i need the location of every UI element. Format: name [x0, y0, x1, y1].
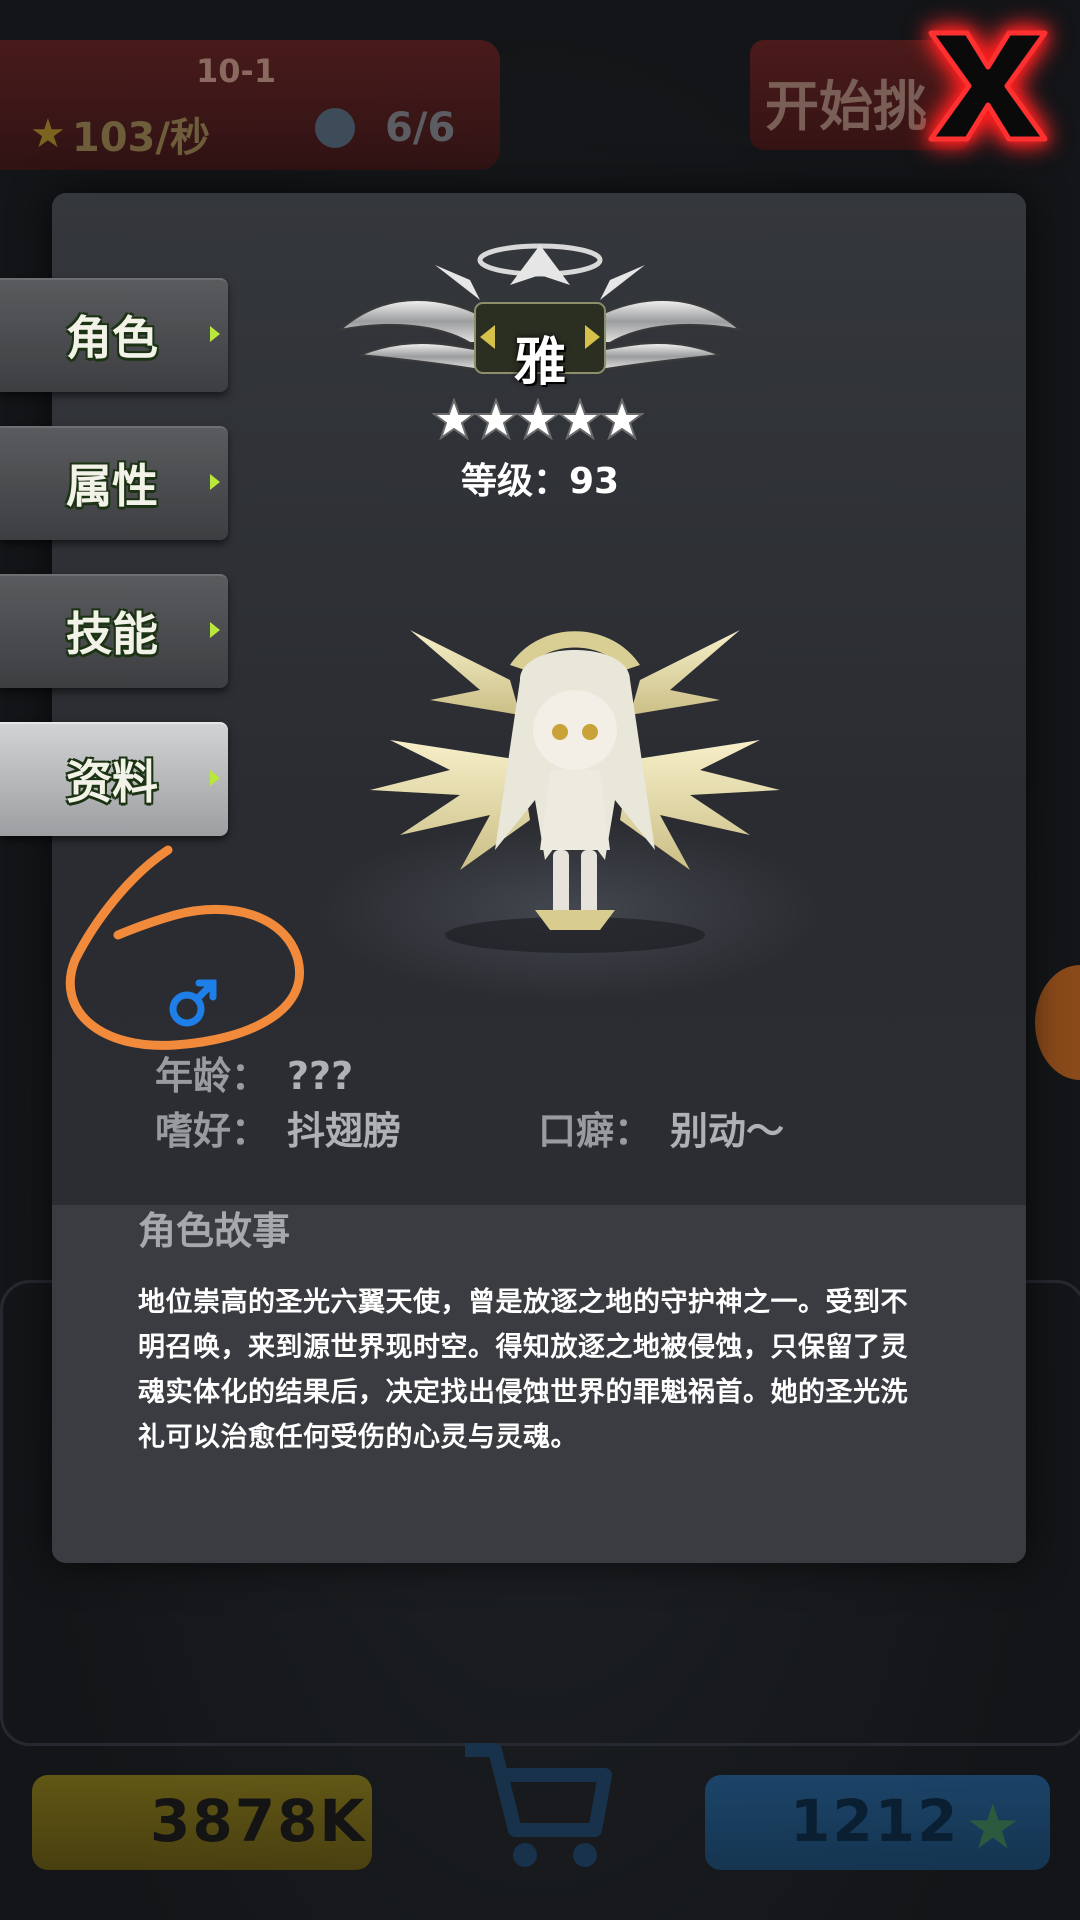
- character-level: 等级：93: [460, 461, 620, 502]
- age-field: 年龄：???: [155, 1045, 353, 1100]
- catchphrase-field: 口癖： 别动～: [538, 1100, 784, 1155]
- coin-value: 3878K: [150, 1787, 367, 1855]
- tab-arrow-icon: [210, 622, 220, 638]
- paw-icon: [315, 108, 355, 148]
- gem-star-icon: ★: [965, 1790, 1021, 1863]
- character-model: [370, 630, 780, 953]
- tab-skills-label: 技能: [66, 607, 158, 661]
- age-label: 年龄：: [155, 1054, 270, 1098]
- catchphrase-label: 口癖：: [538, 1109, 653, 1153]
- hobby-label: 嗜好：: [155, 1109, 270, 1153]
- star-rate: ★ 103/秒: [30, 105, 210, 163]
- close-icon: [928, 30, 1048, 142]
- star-icon: ★: [30, 111, 66, 157]
- five-stars-icon: [432, 398, 644, 441]
- age-value: ???: [287, 1054, 354, 1098]
- stage-number: 10-1: [196, 52, 277, 90]
- tab-character-label: 角色: [66, 311, 158, 365]
- male-symbol-icon: [169, 979, 217, 1027]
- tab-profile[interactable]: 资料: [0, 722, 228, 836]
- shop-cart-icon: [465, 1743, 612, 1867]
- story-text: 地位崇高的圣光六翼天使，曾是放逐之地的守护神之一。受到不明召唤，来到源世界现时空…: [138, 1287, 908, 1453]
- tab-arrow-icon: [210, 770, 220, 786]
- character-name: 雅: [513, 333, 566, 393]
- tab-character[interactable]: 角色: [0, 278, 228, 392]
- start-challenge-label: 开始挑: [765, 75, 927, 138]
- tab-arrow-icon: [210, 326, 220, 342]
- close-button[interactable]: [918, 22, 1058, 150]
- gem-value: 1212: [790, 1787, 960, 1855]
- tab-attributes-label: 属性: [66, 459, 158, 513]
- tab-arrow-icon: [210, 474, 220, 490]
- hobby-field: 嗜好： 抖翅膀: [155, 1100, 401, 1155]
- story-title: 角色故事: [138, 1209, 291, 1253]
- star-rating: [432, 398, 644, 442]
- team-count-value: 6/6: [385, 105, 456, 151]
- tab-attributes[interactable]: 属性: [0, 426, 228, 540]
- catchphrase-value: 别动～: [670, 1109, 785, 1153]
- hobby-value: 抖翅膀: [287, 1109, 402, 1153]
- annotation-circle: [65, 845, 304, 1050]
- team-count: 6/6: [315, 105, 455, 151]
- tab-profile-label: 资料: [66, 755, 158, 809]
- star-rate-value: 103/秒: [71, 115, 210, 161]
- tab-skills[interactable]: 技能: [0, 574, 228, 688]
